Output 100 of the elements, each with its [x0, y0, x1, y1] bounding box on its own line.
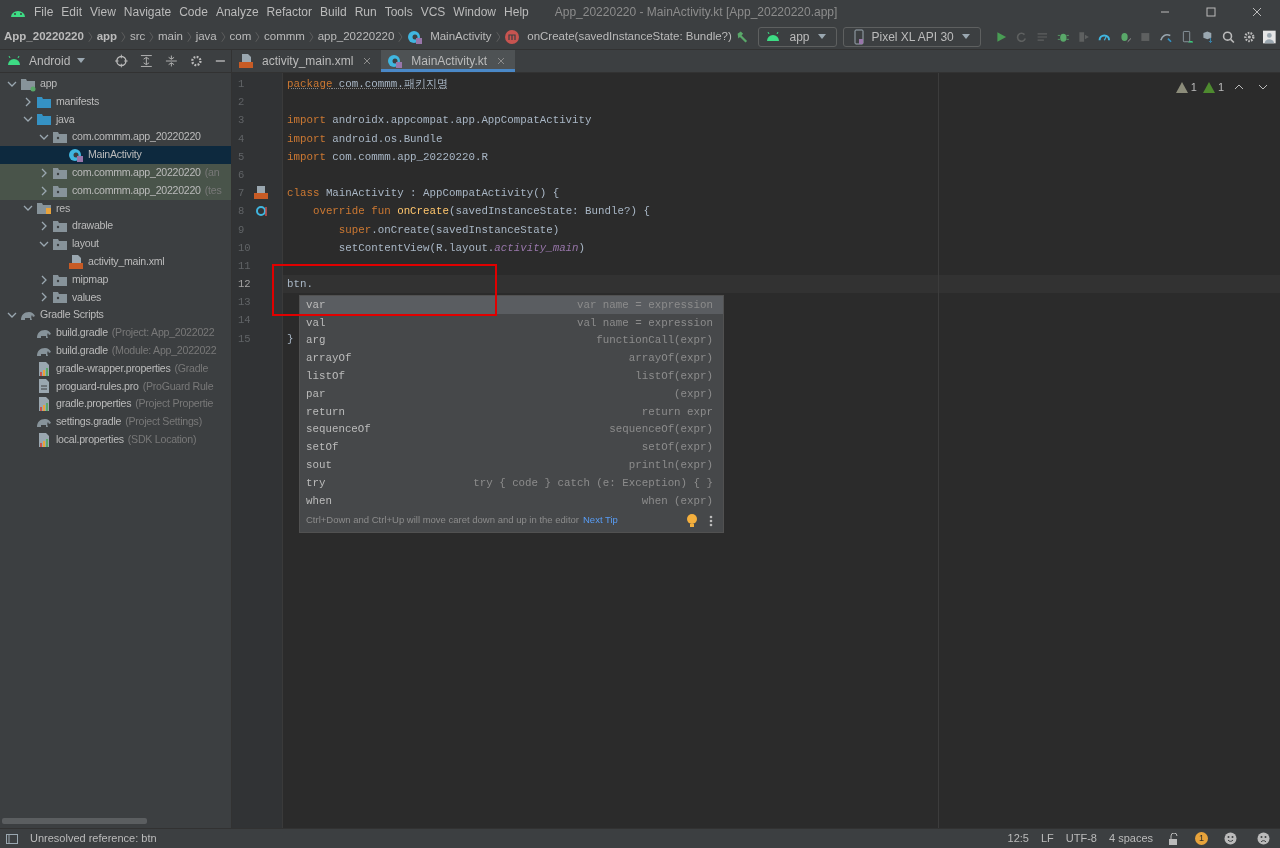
xml-file-icon	[238, 53, 254, 69]
completion-item[interactable]: sequenceOf sequenceOf(expr)	[300, 420, 723, 439]
tree-item[interactable]: java	[0, 110, 231, 129]
properties-file-icon	[36, 360, 52, 377]
breadcrumb[interactable]: src	[129, 27, 146, 46]
menu-item[interactable]: Build	[315, 3, 351, 21]
completion-item[interactable]: when when (expr)	[300, 491, 723, 510]
more-icon[interactable]	[709, 514, 713, 527]
tree-item[interactable]: settings.gradle (Project Settings)	[0, 413, 231, 431]
lock-icon[interactable]	[1169, 832, 1179, 845]
breadcrumb[interactable]: App_20220220	[4, 27, 84, 46]
menu-item[interactable]: Edit	[57, 3, 87, 21]
completion-item[interactable]: par (expr)	[300, 385, 723, 403]
collapse-all-icon[interactable]	[164, 54, 178, 68]
code-line: class MainActivity : AppCompatActivity() {	[287, 187, 560, 200]
breadcrumb[interactable]: MainActivity	[407, 27, 492, 46]
override-marker-icon[interactable]	[256, 205, 268, 217]
tree-item[interactable]: activity_main.xml	[0, 252, 231, 271]
tree-item[interactable]: manifests	[0, 92, 231, 111]
tree-item[interactable]: com.commm.app_20220220	[0, 128, 231, 147]
completion-item[interactable]: try try { code } catch (e: Exception) { }	[300, 473, 723, 492]
completion-item[interactable]: arg functionCall(expr)	[300, 331, 723, 350]
sad-face-icon[interactable]	[1257, 832, 1270, 845]
completion-item[interactable]: return return expr	[300, 402, 723, 421]
code-line: override fun onCreate(savedInstanceState: Bundle?) {	[311, 205, 650, 218]
completion-item[interactable]: sout println(expr)	[300, 456, 723, 474]
panel-toggle-icon[interactable]	[6, 833, 18, 844]
completion-item[interactable]: setOf setOf(expr)	[300, 438, 723, 457]
inspection-widget[interactable]: 1	[1202, 79, 1224, 96]
next-tip-link[interactable]: Next Tip	[583, 513, 618, 528]
menu-item[interactable]: File	[30, 3, 58, 21]
run-config-dropdown[interactable]: app	[758, 26, 837, 47]
locate-icon[interactable]	[115, 54, 129, 68]
user-avatar-icon[interactable]	[1263, 28, 1276, 45]
warning-icon	[1175, 81, 1188, 93]
close-icon[interactable]	[363, 57, 372, 65]
happy-face-icon[interactable]	[1224, 832, 1237, 845]
tree-item[interactable]: Gradle Scripts	[0, 306, 231, 325]
scrollbar[interactable]	[2, 818, 147, 824]
breadcrumb[interactable]: app_20220220	[317, 27, 395, 46]
tree-item[interactable]: proguard-rules.pro (ProGuard Rule	[0, 377, 231, 396]
tree-item[interactable]: res	[0, 199, 231, 218]
tree-item[interactable]: layout	[0, 235, 231, 253]
editor-tab[interactable]: MainActivity.kt	[381, 50, 516, 72]
tree-item[interactable]: values	[0, 288, 231, 307]
file-encoding[interactable]: UTF-8	[1065, 830, 1097, 847]
caret-position[interactable]: 12:5	[1007, 830, 1029, 847]
inspection-widget[interactable]: 1	[1175, 79, 1197, 96]
breadcrumb[interactable]: java	[195, 27, 217, 46]
menu-item[interactable]: View	[86, 3, 120, 21]
breadcrumb[interactable]: app	[96, 27, 118, 46]
search-icon[interactable]	[1222, 28, 1235, 45]
tree-item[interactable]: build.gradle (Project: App_2022022	[0, 324, 231, 342]
menu-item[interactable]: Analyze	[211, 3, 263, 21]
completion-item[interactable]: arrayOf arrayOf(expr)	[300, 349, 723, 368]
menu-item[interactable]: Tools	[380, 3, 417, 21]
lightbulb-icon[interactable]	[687, 514, 697, 528]
maximize-icon	[1206, 7, 1216, 17]
line-separator[interactable]: LF	[1040, 830, 1054, 847]
chevron-icon	[149, 29, 154, 44]
text-file-icon	[36, 378, 52, 395]
expand-all-icon[interactable]	[140, 54, 153, 68]
xml-layout-icon[interactable]	[254, 186, 268, 200]
menu-item[interactable]: Window	[449, 3, 501, 21]
tree-item[interactable]: MainActivity	[0, 146, 231, 164]
editor-tab[interactable]: activity_main.xml	[232, 50, 382, 72]
notification-badge[interactable]: 1	[1195, 832, 1208, 845]
menu-item[interactable]: Refactor	[262, 3, 316, 21]
breadcrumb[interactable]: com	[229, 27, 252, 46]
breadcrumb[interactable]: onCreate(savedInstanceState: Bundle?)	[504, 27, 732, 46]
kotlin-class-icon	[387, 53, 404, 69]
method-icon	[504, 28, 521, 45]
tree-item[interactable]: gradle.properties (Project Propertie	[0, 395, 231, 414]
chevron-icon	[308, 29, 314, 44]
settings-icon[interactable]	[189, 54, 203, 68]
breadcrumb[interactable]: main	[157, 27, 183, 46]
tree-item[interactable]: mipmap	[0, 270, 231, 289]
line-number: 12	[237, 277, 252, 293]
indent-setting[interactable]: 4 spaces	[1108, 830, 1153, 847]
menu-item[interactable]: Navigate	[119, 3, 176, 21]
project-view-dropdown[interactable]: Android	[6, 52, 90, 70]
package-folder-icon	[52, 236, 68, 253]
device-dropdown[interactable]: Pixel XL API 30	[842, 26, 981, 47]
completion-item[interactable]: listOf listOf(expr)	[300, 367, 723, 385]
breadcrumb[interactable]: commm	[264, 27, 305, 46]
properties-file-icon	[36, 431, 52, 448]
tree-item[interactable]: app	[0, 75, 231, 93]
close-icon[interactable]	[497, 57, 506, 65]
tree-item[interactable]: gradle-wrapper.properties (Gradle	[0, 359, 231, 378]
menu-item[interactable]: Run	[350, 3, 381, 21]
tree-item[interactable]: drawable	[0, 217, 231, 236]
menu-item[interactable]: Code	[175, 3, 212, 21]
tree-item[interactable]: local.properties (SDK Location)	[0, 430, 231, 449]
completion-item[interactable]: val val name = expression	[300, 313, 723, 332]
tip-text: Ctrl+Down and Ctrl+Up will move caret down and up in the editor	[306, 513, 579, 528]
menu-item[interactable]: VCS	[416, 3, 450, 21]
tree-item[interactable]: build.gradle (Module: App_2022022	[0, 341, 231, 360]
menu-item[interactable]: Help	[500, 3, 533, 21]
device-manager-icon[interactable]	[1180, 28, 1194, 45]
chevron-icon	[220, 29, 226, 44]
